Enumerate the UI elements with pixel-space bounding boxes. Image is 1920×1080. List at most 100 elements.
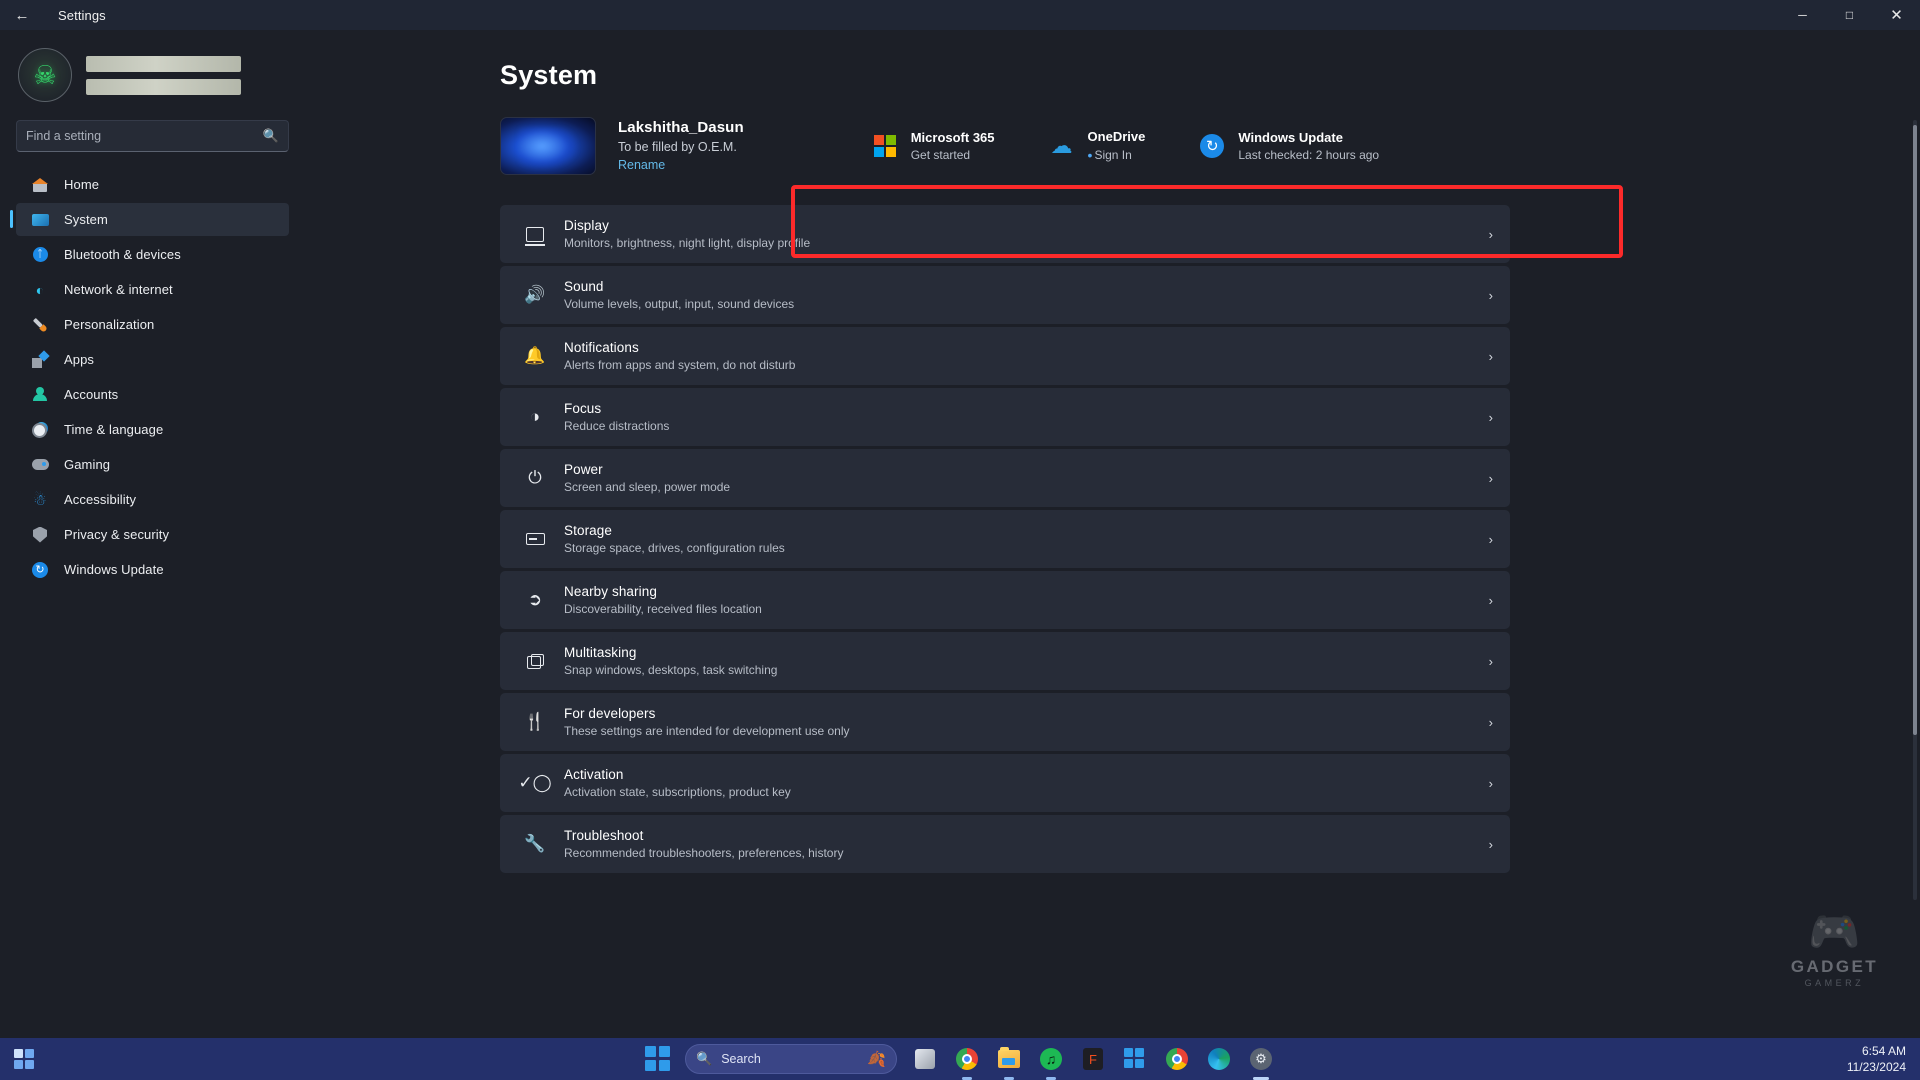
chrome-secondary-icon[interactable] bbox=[1163, 1045, 1191, 1073]
home-icon bbox=[28, 175, 52, 195]
title-bar: ← Settings ─ □ ✕ bbox=[0, 0, 1920, 30]
sidebar-item-label: Windows Update bbox=[64, 562, 164, 577]
developer-tools-icon: 🍴 bbox=[524, 712, 546, 731]
sidebar-item-system[interactable]: System bbox=[10, 203, 289, 236]
storage-drive-icon bbox=[520, 533, 550, 545]
back-button[interactable]: ← bbox=[0, 0, 44, 30]
row-subtitle: Snap windows, desktops, task switching bbox=[564, 663, 778, 677]
taskbar-center: 🔍 Search 🍂 ♫ F ⚙ bbox=[645, 1044, 1275, 1074]
settings-row-storage[interactable]: Storage Storage space, drives, configura… bbox=[500, 510, 1510, 568]
leaf-icon: 🍂 bbox=[867, 1051, 886, 1068]
sidebar-item-windows-update[interactable]: ↻ Windows Update bbox=[16, 553, 289, 586]
tile-windows-update[interactable]: ↻ Windows Update Last checked: 2 hours a… bbox=[1199, 130, 1379, 162]
sidebar-item-time-language[interactable]: Time & language bbox=[16, 413, 289, 446]
row-title: Power bbox=[564, 462, 603, 477]
chevron-right-icon: › bbox=[1488, 226, 1493, 242]
profile-name-redacted bbox=[86, 55, 241, 72]
edge-icon[interactable] bbox=[1205, 1045, 1233, 1073]
start-windows-icon[interactable] bbox=[645, 1046, 671, 1072]
device-info: Lakshitha_Dasun To be filled by O.E.M. R… bbox=[618, 119, 744, 174]
microsoft-store-icon[interactable] bbox=[1121, 1045, 1149, 1073]
checkmark-circle-icon: ✓◯ bbox=[518, 773, 552, 792]
device-name: Lakshitha_Dasun bbox=[618, 118, 744, 136]
row-subtitle: Screen and sleep, power mode bbox=[564, 480, 731, 494]
row-subtitle: Discoverability, received files location bbox=[564, 602, 762, 616]
maximize-button[interactable]: □ bbox=[1826, 0, 1873, 30]
sidebar-item-privacy-security[interactable]: Privacy & security bbox=[16, 518, 289, 551]
row-subtitle: Storage space, drives, configuration rul… bbox=[564, 541, 785, 555]
chevron-right-icon: › bbox=[1488, 531, 1493, 547]
tile-microsoft-365[interactable]: Microsoft 365 Get started bbox=[872, 130, 995, 162]
clock-globe-icon bbox=[28, 420, 52, 440]
avatar: ☠ bbox=[18, 48, 72, 102]
taskbar-left bbox=[14, 1049, 36, 1069]
search-input[interactable] bbox=[26, 129, 259, 143]
profile-redacted-info bbox=[86, 55, 241, 95]
spotify-icon[interactable]: ♫ bbox=[1037, 1045, 1065, 1073]
chevron-right-icon: › bbox=[1488, 836, 1493, 852]
file-explorer-icon[interactable] bbox=[995, 1045, 1023, 1073]
figma-icon[interactable]: F bbox=[1079, 1045, 1107, 1073]
accessibility-person-icon: ☃ bbox=[33, 491, 47, 509]
sidebar-item-gaming[interactable]: Gaming bbox=[16, 448, 289, 481]
bell-notification-icon: 🔔 bbox=[524, 346, 546, 365]
sidebar-item-label: Privacy & security bbox=[64, 527, 170, 542]
chevron-right-icon: › bbox=[1488, 775, 1493, 791]
settings-app-icon[interactable]: ⚙ bbox=[1247, 1045, 1275, 1073]
taskbar-clock[interactable]: 6:54 AM 11/23/2024 bbox=[1847, 1044, 1906, 1074]
service-tiles: Microsoft 365 Get started ☁ OneDrive • Si… bbox=[872, 129, 1379, 163]
settings-row-multitasking[interactable]: Multitasking Snap windows, desktops, tas… bbox=[500, 632, 1510, 690]
paintbrush-icon bbox=[28, 315, 52, 335]
row-title: Multitasking bbox=[564, 645, 637, 660]
row-title: Activation bbox=[564, 767, 624, 782]
sidebar-item-label: Accounts bbox=[64, 387, 119, 402]
windows-update-icon: ↻ bbox=[1199, 133, 1225, 159]
user-profile[interactable]: ☠ bbox=[0, 30, 305, 110]
sidebar-search: 🔍 bbox=[0, 110, 305, 152]
settings-row-power[interactable]: ⏻ Power Screen and sleep, power mode › bbox=[500, 449, 1510, 507]
rename-link[interactable]: Rename bbox=[618, 158, 665, 172]
taskbar-search[interactable]: 🔍 Search 🍂 bbox=[685, 1044, 897, 1074]
settings-row-troubleshoot[interactable]: 🔧 Troubleshoot Recommended troubleshoote… bbox=[500, 815, 1510, 873]
task-view-icon[interactable] bbox=[911, 1045, 939, 1073]
settings-row-sound[interactable]: 🔊 Sound Volume levels, output, input, so… bbox=[500, 266, 1510, 324]
taskbar-search-label: Search bbox=[721, 1052, 761, 1066]
sidebar-item-bluetooth-devices[interactable]: ᛏ Bluetooth & devices bbox=[16, 238, 289, 271]
chrome-icon[interactable] bbox=[953, 1045, 981, 1073]
shield-icon bbox=[28, 525, 52, 545]
settings-list: Display Monitors, brightness, night ligh… bbox=[500, 205, 1510, 873]
row-subtitle: Reduce distractions bbox=[564, 419, 670, 433]
search-box[interactable]: 🔍 bbox=[16, 120, 289, 152]
windows-bloom-wallpaper-thumbnail bbox=[500, 117, 596, 175]
sidebar-item-accessibility[interactable]: ☃ Accessibility bbox=[16, 483, 289, 516]
row-title: Focus bbox=[564, 401, 602, 416]
clock-date: 11/23/2024 bbox=[1846, 1060, 1906, 1074]
settings-row-display[interactable]: Display Monitors, brightness, night ligh… bbox=[500, 205, 1510, 263]
widgets-icon[interactable] bbox=[14, 1049, 36, 1069]
sidebar-item-personalization[interactable]: Personalization bbox=[16, 308, 289, 341]
settings-row-activation[interactable]: ✓◯ Activation Activation state, subscrip… bbox=[500, 754, 1510, 812]
settings-row-focus[interactable]: ◑ Focus Reduce distractions › bbox=[500, 388, 1510, 446]
tile-title: Windows Update bbox=[1238, 130, 1343, 145]
scrollbar-thumb[interactable] bbox=[1913, 125, 1917, 735]
taskbar: 🔍 Search 🍂 ♫ F ⚙ 6:54 AM 11/23/2024 bbox=[0, 1038, 1920, 1080]
account-person-icon bbox=[28, 385, 52, 405]
settings-row-nearby-sharing[interactable]: ➲ Nearby sharing Discoverability, receiv… bbox=[500, 571, 1510, 629]
close-button[interactable]: ✕ bbox=[1873, 0, 1920, 30]
share-icon: ➲ bbox=[527, 590, 543, 609]
settings-row-notifications[interactable]: 🔔 Notifications Alerts from apps and sys… bbox=[500, 327, 1510, 385]
sidebar-item-accounts[interactable]: Accounts bbox=[16, 378, 289, 411]
power-icon: ⏻ bbox=[528, 468, 542, 487]
settings-row-for-developers[interactable]: 🍴 For developers These settings are inte… bbox=[500, 693, 1510, 751]
minimize-button[interactable]: ─ bbox=[1779, 0, 1826, 30]
sidebar-item-label: Apps bbox=[64, 352, 95, 367]
sidebar-item-home[interactable]: Home bbox=[16, 168, 289, 201]
onedrive-cloud-icon: ☁ bbox=[1050, 133, 1073, 158]
sidebar-item-network-internet[interactable]: ◐ Network & internet bbox=[16, 273, 289, 306]
sidebar-nav: Home System ᛏ Bluetooth & devices ◐ Netw… bbox=[0, 168, 305, 586]
row-subtitle: Recommended troubleshooters, preferences… bbox=[564, 846, 844, 860]
focus-crescent-icon: ◑ bbox=[529, 407, 541, 426]
tile-onedrive[interactable]: ☁ OneDrive • Sign In bbox=[1049, 129, 1146, 163]
sidebar-item-apps[interactable]: Apps bbox=[16, 343, 289, 376]
window-title: Settings bbox=[58, 7, 106, 23]
